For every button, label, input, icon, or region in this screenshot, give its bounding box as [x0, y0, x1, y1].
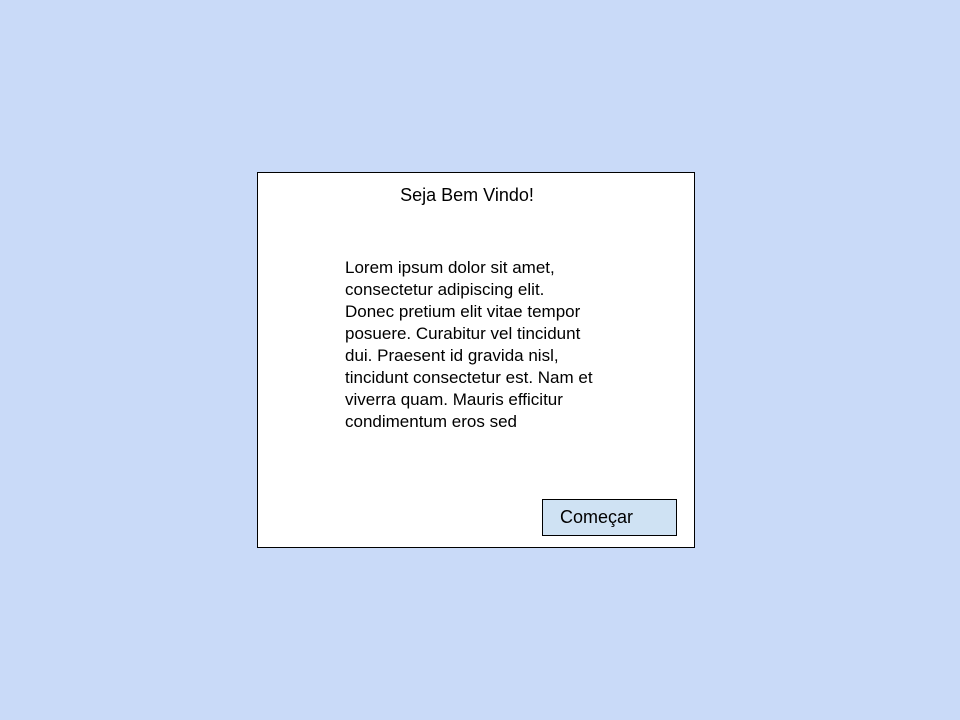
dialog-body-text: Lorem ipsum dolor sit amet, consectetur …	[345, 258, 593, 431]
welcome-dialog: Seja Bem Vindo! Lorem ipsum dolor sit am…	[257, 172, 695, 548]
start-button[interactable]: Começar	[542, 499, 677, 536]
dialog-title: Seja Bem Vindo!	[400, 185, 534, 205]
